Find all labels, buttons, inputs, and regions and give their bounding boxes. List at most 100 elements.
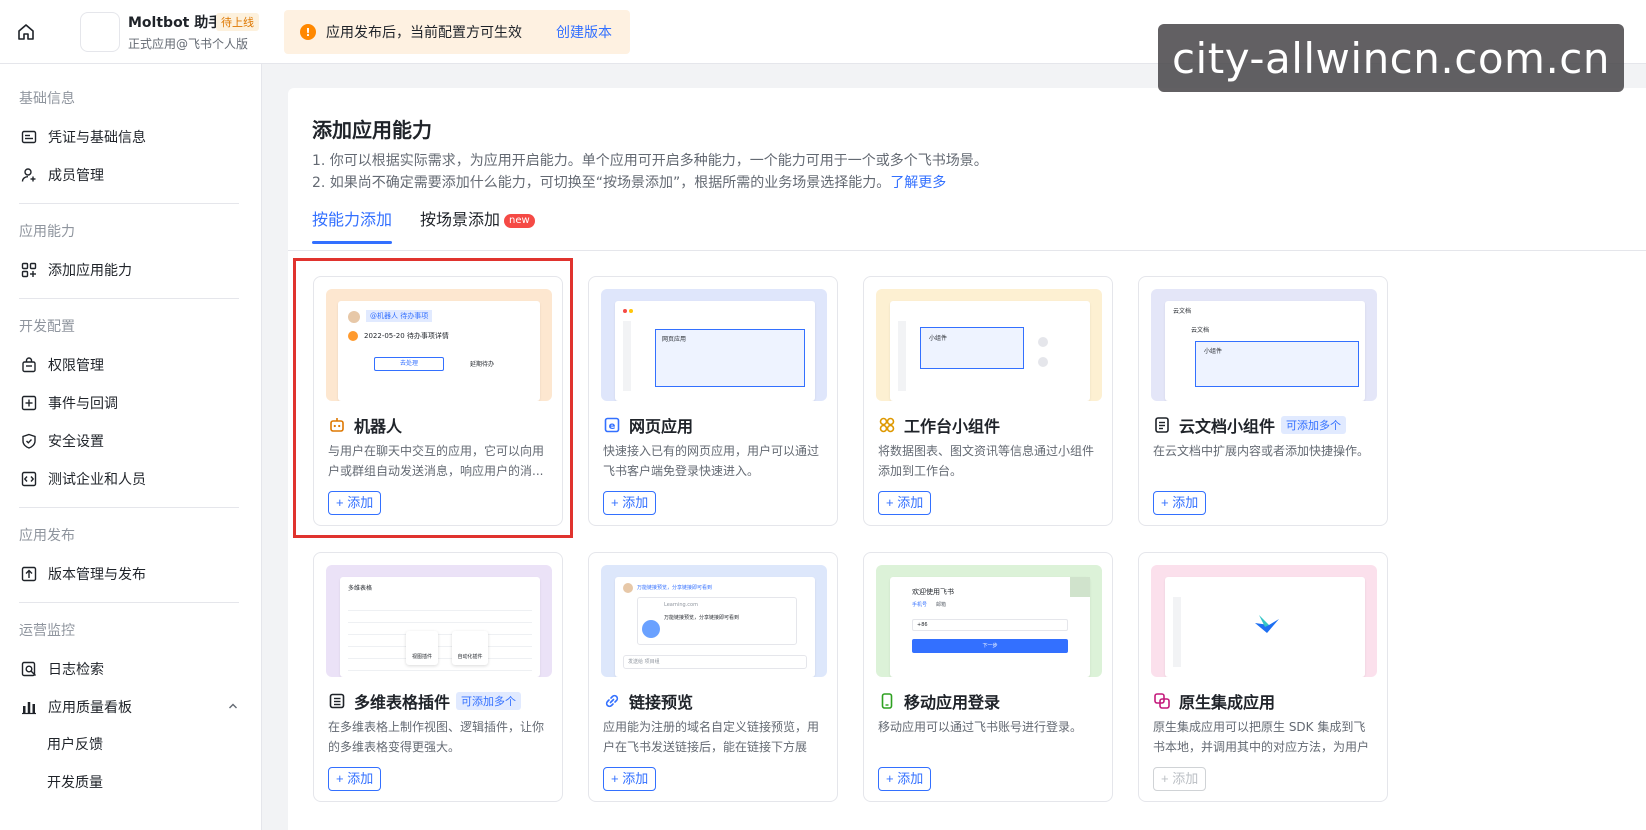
doc-widget-icon [1153,416,1171,434]
sidebar-item-add-capability[interactable]: 添加应用能力 [0,251,261,289]
preview-text: +86 [917,622,928,628]
chevron-up-icon[interactable] [227,700,239,715]
clock-icon [348,331,358,341]
tab-label: 按场景添加 [420,210,501,229]
add-web-app-button[interactable]: + 添加 [603,491,657,515]
card-title: 机器人 [328,413,402,437]
event-icon [20,394,38,412]
add-widget-button[interactable]: + 添加 [878,491,932,515]
page-description: 1. 你可以根据实际需求，为应用开启能力。单个应用可开启多种能力，一个能力可用于… [312,150,988,194]
divider [19,298,239,299]
sidebar-item-label: 应用质量看板 [48,700,132,716]
create-version-link[interactable]: 创建版本 [556,22,612,42]
add-doc-widget-button[interactable]: + 添加 [1153,491,1207,515]
multi-add-tag: 可添加多个 [456,692,522,710]
avatar [623,583,633,593]
capability-card-table-plugin[interactable]: 多维表格 视图插件 自动化插件 多维表格插件 可添加多个 在多维表格上制作视图、… [313,552,563,802]
capability-card-workbench-widget[interactable]: 小组件 工作台小组件 将数据图表、图文资讯等信息通过小组件添加到工作台。 + 添… [863,276,1113,526]
card-description: 移动应用可以通过飞书账号进行登录。 [878,720,1083,734]
home-icon[interactable] [14,20,38,44]
sidebar-subitem-dev-quality[interactable]: 开发质量 [0,764,261,802]
table-grid [348,599,532,671]
capability-card-link-preview[interactable]: 万能链接预览，分享链接即可看到 Learning.com 万能链接预览，分享链接… [588,552,838,802]
table-preview: 多维表格 视图插件 自动化插件 [340,577,540,677]
card-title: 工作台小组件 [878,413,1000,437]
capability-card-mobile-login[interactable]: 欢迎使用飞书 手机号 邮箱 +86 下一步 移动应用登录 移动应用可以通过飞书账… [863,552,1113,802]
sidebar-section-title: 应用能力 [19,224,75,240]
card-description: 应用能为注册的域名自定义链接预览，用户在飞书发送链接后，能在链接下方展示... [603,720,820,754]
add-link-preview-button[interactable]: + 添加 [603,767,657,791]
doc-preview: 云文档 云文档 小组件 [1165,301,1365,401]
preview-text: 小组件 [929,335,948,342]
card-title-text: 原生集成应用 [1179,693,1276,712]
globe-icon [642,620,660,638]
sidebar-item-test-users[interactable]: 测试企业和人员 [0,460,261,498]
app-name: Moltbot 助手 [128,15,223,31]
sidebar-item-members[interactable]: 成员管理 [0,156,261,194]
card-description: 在多维表格上制作视图、逻辑插件，让你的多维表格变得更强大。 [328,720,545,754]
sidebar-item-log-search[interactable]: 日志检索 [0,650,261,688]
web-preview: 网页应用 [615,301,815,401]
page-title: 添加应用能力 [312,118,432,142]
card-title: 原生集成应用 [1153,689,1275,713]
notice-text: 应用发布后，当前配置方可生效 [326,25,522,41]
card-title: e 网页应用 [603,413,693,437]
dot [629,309,633,313]
svg-text:e: e [609,421,616,432]
sidebar-item-security[interactable]: 安全设置 [0,422,261,460]
id-card-icon [20,128,38,146]
tab-by-capability[interactable]: 按能力添加 [312,206,393,244]
message-input: 发送给 项目组 [623,655,807,669]
tab-bar: 按能力添加 按场景添加 new [312,206,563,244]
code-icon [20,470,38,488]
sidebar: 基础信息 凭证与基础信息 成员管理 应用能力 添加应用能力 开发配置 权限管理 … [0,64,262,830]
side-rail [898,321,906,391]
widget-icon [878,416,896,434]
sidebar-item-events[interactable]: 事件与回调 [0,384,261,422]
card-title: 多维表格插件 可添加多个 [328,689,522,713]
card-title: 移动应用登录 [878,689,1000,713]
web-app-icon: e [603,416,621,434]
sidebar-item-versions[interactable]: 版本管理与发布 [0,555,261,593]
card-preview: 网页应用 [601,289,827,401]
sidebar-item-permissions[interactable]: 权限管理 [0,346,261,384]
card-preview: 万能链接预览，分享链接即可看到 Learning.com 万能链接预览，分享链接… [601,565,827,677]
card-title: 链接预览 [603,689,693,713]
preview-text: 网页应用 [662,336,687,343]
sidebar-item-label: 日志检索 [48,662,104,678]
feishu-logo-icon [1253,613,1281,639]
preview-text: 自动化插件 [452,631,488,665]
login-preview: 欢迎使用飞书 手机号 邮箱 +86 下一步 [890,577,1090,677]
capability-card-native-app[interactable]: 原生集成应用 原生集成应用可以把原生 SDK 集成到飞书本地，并调用其中的对应方… [1138,552,1388,802]
card-title-text: 工作台小组件 [904,417,1001,436]
card-description: 快速接入已有的网页应用，用户可以通过飞书客户端免登录快速进入。 [603,444,820,478]
app-avatar [80,12,120,52]
capability-card-robot[interactable]: @机器人 待办事项 2022-05-20 待办事项详情 去处理 延期待办 机器人… [313,276,563,526]
tab-by-scenario[interactable]: 按场景添加 new [420,206,535,244]
sidebar-section-title: 基础信息 [19,91,75,107]
card-description: 在云文档中扩展内容或者添加快捷操作。 [1153,444,1370,458]
capability-card-web-app[interactable]: 网页应用 e 网页应用 快速接入已有的网页应用，用户可以通过飞书客户端免登录快速… [588,276,838,526]
preview-text: 下一步 [912,639,1068,653]
learn-more-link[interactable]: 了解更多 [890,175,946,191]
add-mobile-login-button[interactable]: + 添加 [878,767,932,791]
add-table-plugin-button[interactable]: + 添加 [328,767,382,791]
phone-input: +86 [912,619,1068,631]
preview-text: 发送给 项目组 [628,659,660,665]
add-native-app-button[interactable]: + 添加 [1153,767,1207,791]
sidebar-item-credentials[interactable]: 凭证与基础信息 [0,118,261,156]
capability-card-doc-widget[interactable]: 云文档 云文档 小组件 云文档小组件 可添加多个 在云文档中扩展内容或者添加快捷… [1138,276,1388,526]
table-plugin-icon [328,692,346,710]
widget-preview: 小组件 [890,301,1090,401]
new-badge: new [504,214,535,228]
card-title-text: 机器人 [354,417,403,436]
lock-icon [20,356,38,374]
sidebar-subitem-feedback[interactable]: 用户反馈 [0,726,261,764]
add-robot-button[interactable]: + 添加 [328,491,382,515]
preview-text: @机器人 待办事项 [366,310,433,322]
divider [19,203,239,204]
link-preview-mock: 万能链接预览，分享链接即可看到 Learning.com 万能链接预览，分享链接… [615,577,815,677]
sidebar-item-label: 凭证与基础信息 [48,130,146,146]
sidebar-item-quality-board[interactable]: 应用质量看板 [0,688,261,726]
sidebar-item-label: 添加应用能力 [48,263,132,279]
